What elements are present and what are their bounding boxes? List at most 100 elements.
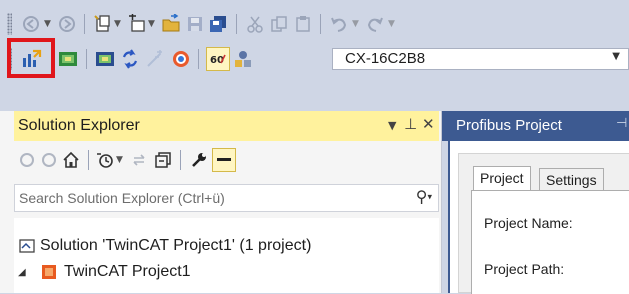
- copy-button[interactable]: [268, 7, 290, 41]
- back-dropdown[interactable]: ▼: [44, 7, 51, 41]
- new-project-dropdown[interactable]: ▼: [114, 7, 121, 41]
- solution-explorer-search-input[interactable]: Search Solution Explorer (Ctrl+ü) ⚲▾: [14, 184, 439, 212]
- add-item-icon: [126, 13, 148, 35]
- cut-icon: [244, 13, 266, 35]
- pin-icon[interactable]: ⊥: [404, 115, 417, 133]
- se-forward-button[interactable]: [38, 141, 60, 179]
- toolbar-separator: [198, 49, 199, 69]
- save-icon: [184, 13, 206, 35]
- restart-twincat-icon: [57, 48, 79, 70]
- target-system-combo[interactable]: CX-16C2B8 ▼: [332, 48, 629, 70]
- dropdown-arrow-icon: ▼: [114, 19, 121, 29]
- se-sync-button[interactable]: [128, 141, 150, 179]
- undo-icon: [328, 13, 350, 35]
- tree-item-label: Solution 'TwinCAT Project1' (1 project): [40, 237, 312, 254]
- save-all-icon: [207, 13, 229, 35]
- se-home-button[interactable]: [60, 141, 82, 179]
- show-online-data-button[interactable]: 60: [206, 42, 230, 76]
- scan-button[interactable]: [144, 42, 166, 76]
- choose-target-button[interactable]: [232, 42, 254, 76]
- add-item-dropdown[interactable]: ▼: [148, 7, 155, 41]
- add-item-button[interactable]: [126, 7, 148, 41]
- toolbar-separator: [180, 150, 181, 170]
- build-button[interactable]: [94, 42, 116, 76]
- tab-page: Project Name: Project Path:: [471, 190, 629, 294]
- dropdown-arrow-icon: ▼: [388, 19, 395, 29]
- se-back-button[interactable]: [16, 141, 38, 179]
- dropdown-arrow-icon: ▼: [352, 19, 359, 29]
- reload-devices-button[interactable]: [119, 42, 141, 76]
- target-system-value: CX-16C2B8: [345, 50, 426, 67]
- save-all-button[interactable]: [207, 7, 229, 41]
- scan-icon: [144, 48, 166, 70]
- redo-dropdown[interactable]: ▼: [388, 7, 395, 41]
- project-name-label: Project Name:: [484, 215, 573, 231]
- back-icon: [16, 149, 38, 171]
- toolbar-separator: [236, 14, 237, 34]
- save-button[interactable]: [184, 7, 206, 41]
- preview-icon: [212, 148, 236, 172]
- open-icon: [160, 13, 182, 35]
- se-collapse-all-button[interactable]: [152, 141, 174, 179]
- search-placeholder: Search Solution Explorer (Ctrl+ü): [19, 190, 225, 206]
- toggle-free-run-button[interactable]: [170, 42, 192, 76]
- solution-explorer-panel: Solution Explorer ▼ ⊥ ✕ ▼ Search Solutio…: [0, 111, 442, 293]
- solution-icon: [18, 236, 40, 256]
- toggle-free-run-icon: [170, 48, 192, 70]
- reload-devices-icon: [119, 48, 141, 70]
- twincat-toolbar: 60 CX-16C2B8 ▼: [0, 42, 629, 76]
- history-icon: [94, 149, 116, 171]
- new-project-icon: [92, 13, 114, 35]
- profibus-project-document: Profibus Project ⊣ Project Settings Proj…: [442, 111, 629, 294]
- undo-dropdown[interactable]: ▼: [352, 7, 359, 41]
- window-position-icon[interactable]: ▼: [388, 119, 396, 132]
- home-icon: [60, 149, 82, 171]
- dropdown-arrow-icon: ▼: [148, 19, 155, 29]
- back-button[interactable]: [20, 7, 42, 41]
- dropdown-arrow-icon: ▼: [116, 155, 123, 165]
- toolbar-separator: [88, 150, 89, 170]
- dropdown-arrow-icon: ▼: [44, 19, 51, 29]
- chevron-down-icon[interactable]: ▼: [612, 51, 620, 62]
- search-icon[interactable]: ⚲▾: [416, 187, 432, 206]
- cut-button[interactable]: [244, 7, 266, 41]
- tab-control: Project Settings Project Name: Project P…: [458, 153, 629, 294]
- tree-item-project[interactable]: ◢ TwinCAT Project1: [18, 260, 191, 284]
- show-online-data-icon: 60: [206, 47, 230, 71]
- redo-icon: [364, 13, 386, 35]
- paste-icon: [292, 13, 314, 35]
- project-path-label: Project Path:: [484, 261, 565, 277]
- se-preview-button[interactable]: [212, 141, 236, 179]
- tab-project[interactable]: Project: [473, 166, 531, 190]
- choose-target-icon: [232, 48, 254, 70]
- tree-item-label: TwinCAT Project1: [64, 263, 191, 280]
- highlight-box: [7, 38, 55, 78]
- pin-icon[interactable]: ⊣: [616, 116, 627, 131]
- new-project-button[interactable]: [92, 7, 114, 41]
- restart-twincat-button[interactable]: [57, 42, 79, 76]
- forward-button[interactable]: [56, 7, 78, 41]
- se-properties-button[interactable]: [188, 141, 210, 179]
- redo-button[interactable]: [364, 7, 386, 41]
- document-body: Project Settings Project Name: Project P…: [448, 141, 629, 294]
- paste-button[interactable]: [292, 7, 314, 41]
- expand-arrow-icon[interactable]: ◢: [18, 267, 40, 278]
- se-pending-changes-button[interactable]: [94, 141, 116, 179]
- toolbar-grip[interactable]: [7, 13, 12, 35]
- tab-settings[interactable]: Settings: [539, 168, 604, 190]
- panel-title: Solution Explorer: [18, 117, 140, 134]
- close-icon[interactable]: ✕: [422, 115, 435, 133]
- wrench-icon: [188, 149, 210, 171]
- open-button[interactable]: [160, 7, 182, 41]
- solution-tree: Solution 'TwinCAT Project1' (1 project) …: [14, 218, 439, 293]
- solution-explorer-title-bar[interactable]: Solution Explorer ▼ ⊥ ✕: [14, 111, 439, 141]
- se-pending-dropdown[interactable]: ▼: [116, 141, 123, 179]
- standard-toolbar: ▼ ▼ ▼ ▼ ▼: [0, 7, 629, 41]
- document-tab[interactable]: Profibus Project ⊣: [442, 111, 629, 141]
- sync-icon: [128, 149, 150, 171]
- undo-button[interactable]: [328, 7, 350, 41]
- back-icon: [20, 13, 42, 35]
- forward-icon: [38, 149, 60, 171]
- tree-item-solution[interactable]: Solution 'TwinCAT Project1' (1 project): [18, 234, 311, 258]
- toolbar-separator: [84, 14, 85, 34]
